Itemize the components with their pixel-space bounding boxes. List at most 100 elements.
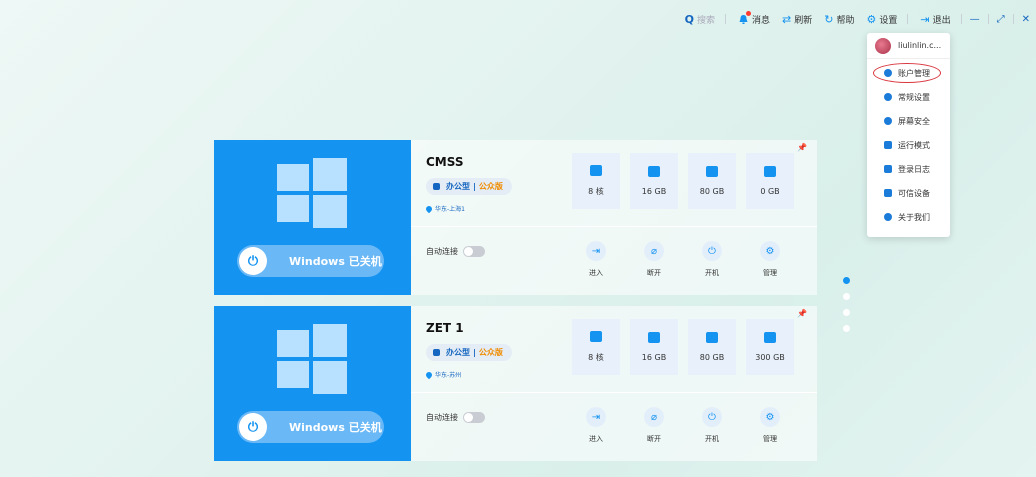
menu-item-login-log[interactable]: 登录日志 [867, 157, 950, 181]
help-label: 帮助 [836, 15, 855, 26]
desktop-name: ZET 1 [426, 321, 464, 335]
region-text: 华东-苏州 [435, 372, 462, 379]
avatar [875, 37, 891, 54]
close-button[interactable]: ✕ [1022, 14, 1030, 25]
enter-button[interactable]: ⇥ 进入 [574, 407, 618, 444]
desktop-type-tag: 办公型 | 公众版 [426, 178, 512, 195]
divider [725, 14, 726, 24]
hard-drive-icon [706, 166, 718, 177]
tag-separator: | [473, 182, 476, 191]
memory-spec: 16 GB [630, 319, 678, 375]
menu-item-about[interactable]: 关于我们 [867, 205, 950, 229]
power-button[interactable]: ⏻ [239, 247, 267, 275]
menu-item-general-settings[interactable]: 常规设置 [867, 85, 950, 109]
unread-badge [746, 10, 751, 16]
action-label: 开机 [705, 269, 719, 277]
cpu-spec: 8 核 [572, 319, 620, 375]
os-status-label: Windows 已关机 [289, 421, 382, 434]
gear-icon: ⚙ [760, 407, 780, 427]
pager-dot[interactable] [843, 325, 850, 332]
system-disk-spec: 80 GB [688, 153, 736, 209]
pin-icon[interactable]: 📌 [797, 143, 807, 152]
system-disk-spec: 80 GB [688, 319, 736, 375]
pin-icon[interactable]: 📌 [797, 309, 807, 318]
menu-item-label: 屏幕安全 [898, 116, 930, 126]
logout-icon: ⇥ [920, 12, 930, 26]
disconnect-button[interactable]: ⌀ 断开 [632, 241, 676, 278]
os-status-label: Windows 已关机 [289, 255, 382, 268]
divider [411, 392, 817, 393]
enter-icon: ⇥ [586, 241, 606, 261]
briefcase-icon [433, 183, 440, 190]
spec-value: 16 GB [641, 353, 667, 362]
desktop-card: ⏻ Windows 已关机 📌 CMSS 办公型 | 公众版 华东-上海1 8 … [214, 140, 817, 295]
minimize-button[interactable]: — [970, 14, 980, 25]
disconnect-button[interactable]: ⌀ 断开 [632, 407, 676, 444]
database-icon [648, 166, 660, 177]
desktop-name: CMSS [426, 155, 464, 169]
messages-button[interactable]: 消息 [738, 10, 770, 26]
auto-connect-toggle[interactable] [463, 412, 485, 423]
auto-connect: 自动连接 [426, 412, 485, 423]
gear-icon: ⚙ [760, 241, 780, 261]
desktop-type-tag: 办公型 | 公众版 [426, 344, 512, 361]
top-toolbar: Q 搜索 消息 ⇄ 刷新 ↻ 帮助 ⚙ 设置 ⇥ 退出 — ⤢ ✕ [685, 10, 1030, 28]
logout-button[interactable]: ⇥ 退出 [920, 13, 950, 26]
refresh-button[interactable]: ⇄ 刷新 [782, 13, 812, 26]
maximize-button[interactable]: ⤢ [997, 14, 1005, 25]
spec-tiles: 8 核 16 GB 80 GB 300 GB [572, 319, 794, 375]
region-label: 华东-苏州 [424, 370, 462, 379]
menu-item-screen-security[interactable]: 屏幕安全 [867, 109, 950, 133]
enter-button[interactable]: ⇥ 进入 [574, 241, 618, 278]
database-icon [648, 332, 660, 343]
menu-user-header: liulinlin.c... [867, 33, 950, 59]
manage-button[interactable]: ⚙ 管理 [748, 407, 792, 444]
action-label: 管理 [763, 435, 777, 443]
spec-value: 80 GB [699, 353, 725, 362]
power-icon: ⏻ [247, 419, 259, 435]
settings-button[interactable]: ⚙ 设置 [866, 13, 897, 26]
action-bar: ⇥ 进入 ⌀ 断开 ⏻ 开机 ⚙ 管理 [574, 407, 792, 444]
manage-button[interactable]: ⚙ 管理 [748, 241, 792, 278]
power-on-button[interactable]: ⏻ 开机 [690, 407, 734, 444]
divider [987, 14, 989, 24]
pager-dot[interactable] [843, 293, 850, 300]
power-button[interactable]: ⏻ [239, 413, 267, 441]
spec-value: 80 GB [699, 187, 725, 196]
mode-icon [884, 141, 892, 149]
tag-edition: 公众版 [478, 348, 503, 357]
auto-connect-toggle[interactable] [463, 246, 485, 257]
divider [907, 14, 909, 24]
hard-drive-icon [706, 332, 718, 343]
help-button[interactable]: ↻ 帮助 [824, 13, 854, 26]
log-icon [884, 165, 892, 173]
pager-dot[interactable] [843, 309, 850, 316]
settings-icon [884, 93, 892, 101]
menu-item-trusted-devices[interactable]: 可信设备 [867, 181, 950, 205]
monitor-icon [884, 189, 892, 197]
divider [1012, 14, 1014, 24]
bell-icon [738, 10, 751, 25]
desktop-info: 📌 CMSS 办公型 | 公众版 华东-上海1 8 核 16 GB 80 GB … [411, 140, 817, 295]
settings-label: 设置 [879, 15, 898, 26]
power-on-button[interactable]: ⏻ 开机 [690, 241, 734, 278]
menu-item-account[interactable]: 账户管理 [867, 61, 950, 85]
pager-dot[interactable] [843, 277, 850, 284]
action-label: 开机 [705, 435, 719, 443]
divider [411, 226, 817, 227]
data-disk-spec: 0 GB [746, 153, 794, 209]
highlight-circle [873, 63, 941, 83]
search-box[interactable]: Q 搜索 [685, 13, 715, 26]
refresh-label: 刷新 [794, 15, 813, 26]
cpu-spec: 8 核 [572, 153, 620, 209]
desktop-preview: ⏻ Windows 已关机 [214, 306, 411, 461]
folder-icon [764, 166, 776, 177]
power-icon: ⏻ [247, 253, 259, 269]
disconnect-icon: ⌀ [644, 407, 664, 427]
spec-value: 16 GB [641, 187, 667, 196]
action-label: 管理 [763, 269, 777, 277]
briefcase-icon [433, 349, 440, 356]
menu-item-run-mode[interactable]: 运行模式 [867, 133, 950, 157]
desktop-card: ⏻ Windows 已关机 📌 ZET 1 办公型 | 公众版 华东-苏州 8 … [214, 306, 817, 461]
tag-separator: | [473, 348, 476, 357]
